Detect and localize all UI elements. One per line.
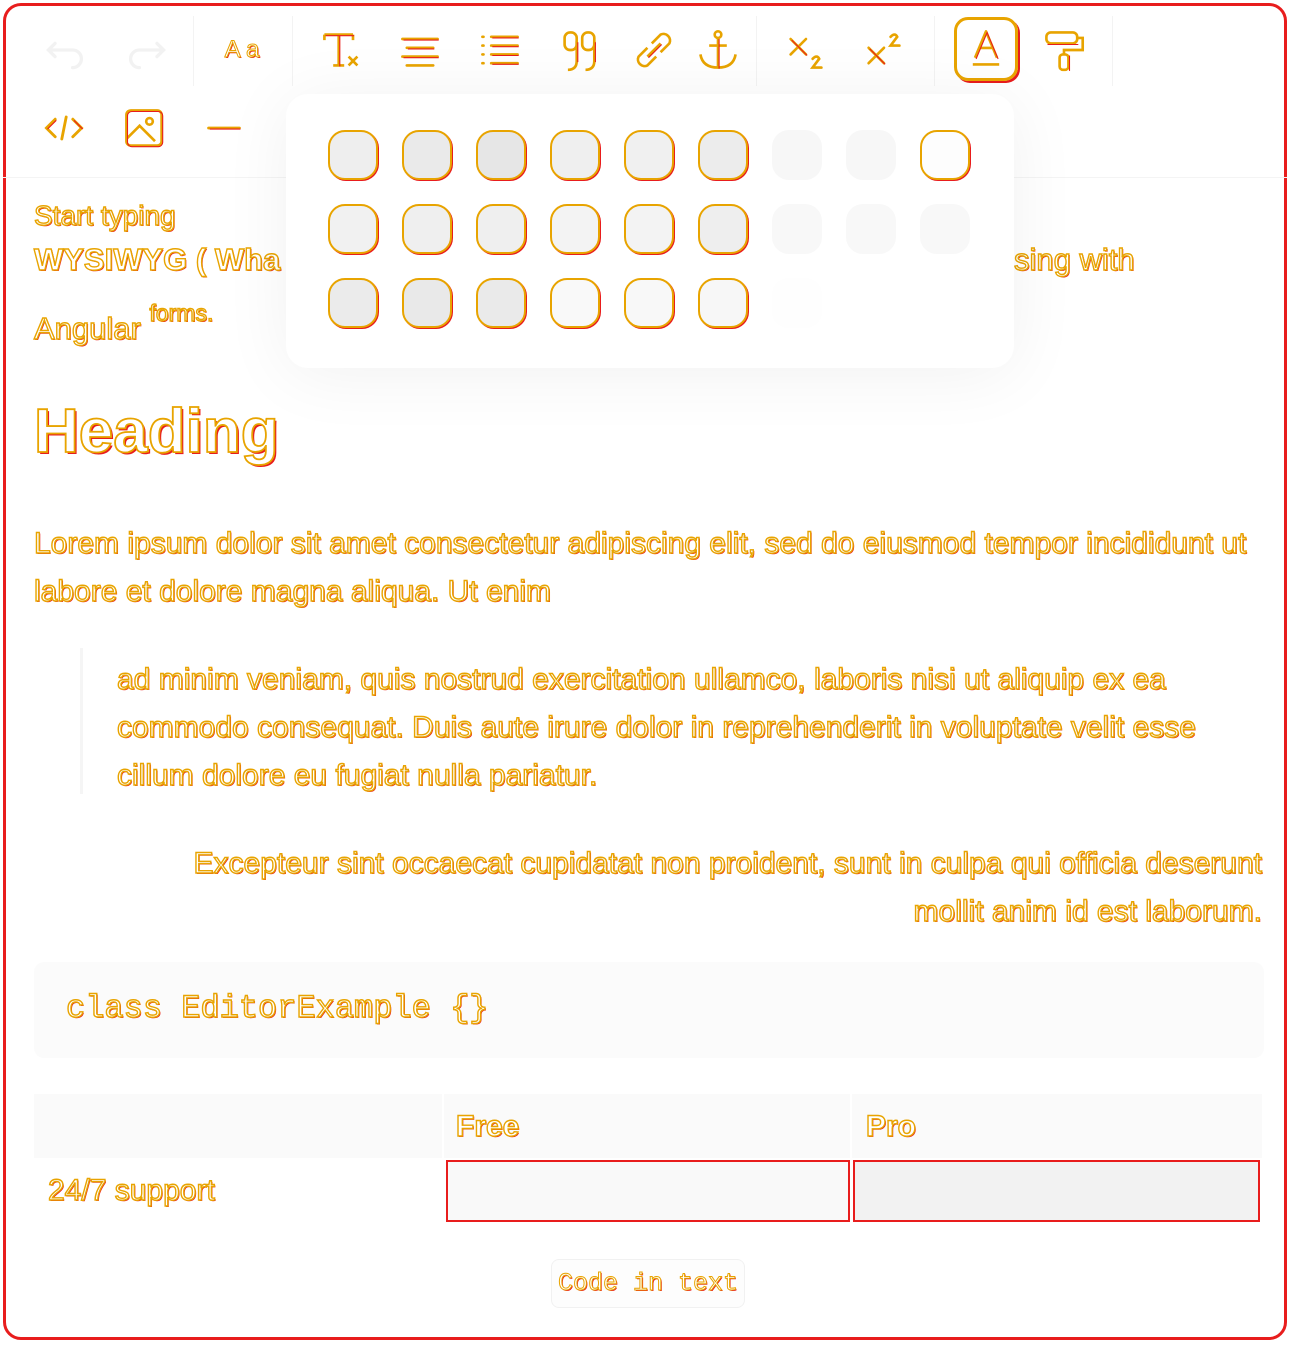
table-header-label: Free: [455, 1109, 520, 1143]
table-header-label: Pro: [865, 1109, 917, 1143]
table-cell[interactable]: 24/7 support: [34, 1160, 442, 1224]
toolbar-separator: [756, 16, 757, 86]
color-swatch[interactable]: [476, 278, 526, 328]
color-swatch[interactable]: [846, 204, 896, 254]
align-icon[interactable]: [394, 24, 446, 76]
color-swatch[interactable]: [624, 130, 674, 180]
font-size-icon[interactable]: A a: [216, 24, 268, 76]
list-icon[interactable]: [474, 24, 526, 76]
blockquote-bar: [80, 648, 83, 794]
color-swatch[interactable]: [846, 130, 896, 180]
table-header-cell[interactable]: [34, 1094, 442, 1158]
toolbar-separator: [292, 16, 293, 86]
color-swatch[interactable]: [476, 204, 526, 254]
color-swatch[interactable]: [624, 204, 674, 254]
color-swatch[interactable]: [772, 130, 822, 180]
content-blockquote: ad minim veniam, quis nostrud exercitati…: [116, 662, 1196, 792]
color-swatch[interactable]: [402, 204, 452, 254]
intro-line-1: Start typing: [33, 199, 176, 231]
paint-roller-icon[interactable]: [1038, 24, 1090, 76]
table-row-label: 24/7 support: [47, 1173, 215, 1207]
right-aligned-paragraph: Excepteur sint occaecat cupidatat non pr…: [193, 846, 1263, 928]
content-paragraph: Lorem ipsum dolor sit amet consectetur a…: [33, 526, 1247, 608]
inline-code-text: Code in text: [557, 1269, 739, 1299]
inline-code: Code in text: [551, 1259, 745, 1308]
table-cell-selected[interactable]: [446, 1160, 850, 1222]
intro-line-3: Angular forms.: [33, 299, 214, 347]
table-cell-selected[interactable]: [853, 1160, 1260, 1222]
code-block: class EditorExample {}: [34, 962, 1264, 1058]
intro-line-2-end: sing with: [1013, 241, 1135, 277]
redo-icon[interactable]: [120, 24, 172, 76]
color-swatch[interactable]: [920, 204, 970, 254]
content-heading: Heading: [33, 396, 279, 467]
color-swatch[interactable]: [402, 278, 452, 328]
horizontal-rule-icon[interactable]: [198, 102, 250, 154]
intro-line-2-start: WYSIWYG ( Wha: [33, 241, 281, 277]
text-color-icon[interactable]: [954, 17, 1018, 81]
content-table: Free Pro 24/7 support: [34, 1094, 1262, 1224]
anchor-icon[interactable]: [692, 24, 744, 76]
color-swatch[interactable]: [772, 278, 822, 328]
undo-icon[interactable]: [40, 24, 92, 76]
table-header-cell[interactable]: Free: [444, 1094, 850, 1158]
intro-line-3-text: Angular: [33, 310, 141, 346]
quote-icon[interactable]: [554, 24, 606, 76]
code-icon[interactable]: [38, 102, 90, 154]
color-swatch[interactable]: [328, 204, 378, 254]
toolbar-separator: [934, 16, 935, 86]
color-swatch[interactable]: [328, 130, 378, 180]
link-icon[interactable]: [628, 24, 680, 76]
color-swatch[interactable]: [698, 204, 748, 254]
toolbar-separator: [1112, 16, 1113, 86]
table-header-cell[interactable]: Pro: [852, 1094, 1262, 1158]
image-icon[interactable]: [118, 102, 170, 154]
color-palette-dropdown: [286, 94, 1014, 368]
color-swatch[interactable]: [328, 278, 378, 328]
color-swatch[interactable]: [550, 204, 600, 254]
color-swatch[interactable]: [698, 278, 748, 328]
superscript-icon[interactable]: [858, 24, 910, 76]
clear-formatting-icon[interactable]: [316, 24, 368, 76]
toolbar-separator: [193, 16, 194, 86]
color-swatch[interactable]: [402, 130, 452, 180]
color-swatch[interactable]: [624, 278, 674, 328]
code-block-text: class EditorExample {}: [65, 989, 489, 1027]
color-swatch[interactable]: [772, 204, 822, 254]
intro-line-3-sup: forms.: [149, 299, 214, 326]
subscript-icon[interactable]: [780, 24, 832, 76]
color-swatch[interactable]: [698, 130, 748, 180]
color-swatch[interactable]: [550, 130, 600, 180]
color-swatch[interactable]: [476, 130, 526, 180]
color-swatch[interactable]: [920, 130, 970, 180]
color-swatch[interactable]: [550, 278, 600, 328]
font-size-glyph: A a: [224, 36, 260, 64]
